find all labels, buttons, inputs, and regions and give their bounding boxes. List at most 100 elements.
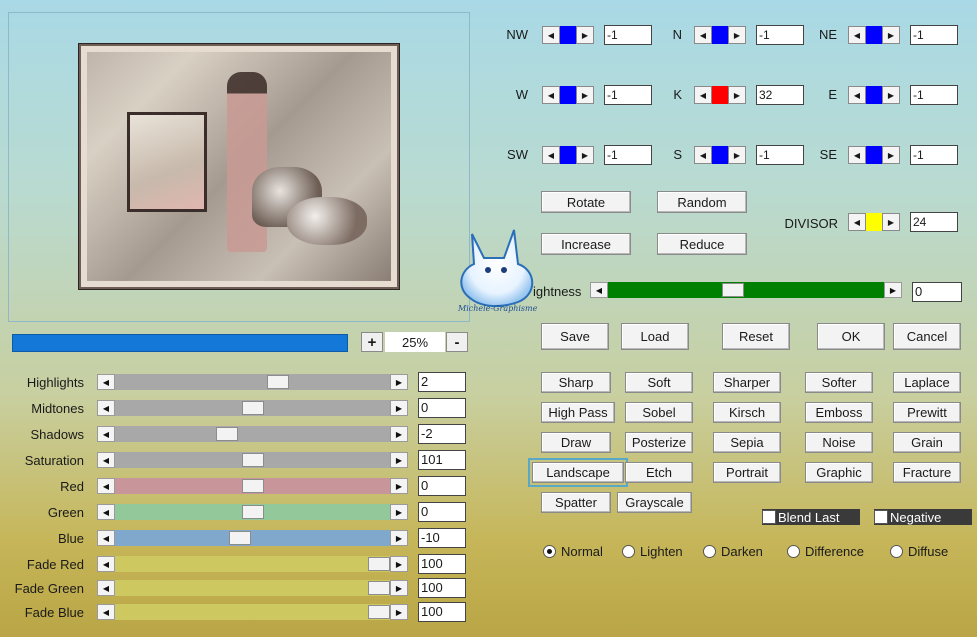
preset-soft-button[interactable]: Soft xyxy=(625,372,693,393)
chevron-left-icon[interactable]: ◀ xyxy=(97,580,115,596)
kernel-spinner-n[interactable]: ◀ ▶ xyxy=(694,26,746,44)
preset-noise-button[interactable]: Noise xyxy=(805,432,873,453)
preset-graphic-button[interactable]: Graphic xyxy=(805,462,873,483)
chevron-right-icon[interactable]: ▶ xyxy=(728,86,746,104)
chevron-left-icon[interactable]: ◀ xyxy=(97,452,115,468)
chevron-left-icon[interactable]: ◀ xyxy=(694,26,712,44)
reduce-button[interactable]: Reduce xyxy=(657,233,747,255)
kernel-value-n[interactable]: -1 xyxy=(756,25,804,45)
reset-button[interactable]: Reset xyxy=(722,323,790,350)
slider-fade-blue[interactable]: ◀ ▶ xyxy=(97,604,408,620)
slider-track[interactable] xyxy=(115,374,390,390)
brightness-track[interactable] xyxy=(608,282,884,298)
preset-draw-button[interactable]: Draw xyxy=(541,432,611,453)
slider-track[interactable] xyxy=(115,452,390,468)
preset-posterize-button[interactable]: Posterize xyxy=(625,432,693,453)
preset-landscape-button[interactable]: Landscape xyxy=(528,458,628,487)
preset-etch-button[interactable]: Etch xyxy=(625,462,693,483)
rotate-button[interactable]: Rotate xyxy=(541,191,631,213)
kernel-spinner-w[interactable]: ◀ ▶ xyxy=(542,86,594,104)
slider-midtones[interactable]: ◀ ▶ xyxy=(97,400,408,416)
slider-thumb[interactable] xyxy=(242,453,264,467)
divisor-spinner[interactable]: ◀ ▶ xyxy=(848,213,900,231)
slider-saturation[interactable]: ◀ ▶ xyxy=(97,452,408,468)
chevron-right-icon[interactable]: ▶ xyxy=(882,146,900,164)
slider-thumb[interactable] xyxy=(242,479,264,493)
preset-sepia-button[interactable]: Sepia xyxy=(713,432,781,453)
slider-track[interactable] xyxy=(115,530,390,546)
chevron-right-icon[interactable]: ▶ xyxy=(390,580,408,596)
chevron-left-icon[interactable]: ◀ xyxy=(848,26,866,44)
chevron-right-icon[interactable]: ▶ xyxy=(390,504,408,520)
chevron-left-icon[interactable]: ◀ xyxy=(694,146,712,164)
preset-prewitt-button[interactable]: Prewitt xyxy=(893,402,961,423)
slider-red[interactable]: ◀ ▶ xyxy=(97,478,408,494)
chevron-left-icon[interactable]: ◀ xyxy=(848,86,866,104)
chevron-right-icon[interactable]: ▶ xyxy=(728,146,746,164)
zoom-out-button[interactable]: - xyxy=(446,332,468,352)
kernel-value-k[interactable]: 32 xyxy=(756,85,804,105)
kernel-spinner-sw[interactable]: ◀ ▶ xyxy=(542,146,594,164)
chevron-right-icon[interactable]: ▶ xyxy=(882,26,900,44)
slider-thumb[interactable] xyxy=(242,401,264,415)
kernel-value-sw[interactable]: -1 xyxy=(604,145,652,165)
chevron-right-icon[interactable]: ▶ xyxy=(882,86,900,104)
preset-laplace-button[interactable]: Laplace xyxy=(893,372,961,393)
slider-track[interactable] xyxy=(115,478,390,494)
chevron-left-icon[interactable]: ◀ xyxy=(97,374,115,390)
chevron-left-icon[interactable]: ◀ xyxy=(542,146,560,164)
kernel-value-nw[interactable]: -1 xyxy=(604,25,652,45)
chevron-right-icon[interactable]: ▶ xyxy=(390,604,408,620)
slider-value[interactable]: 100 xyxy=(418,602,466,622)
kernel-value-se[interactable]: -1 xyxy=(910,145,958,165)
kernel-value-e[interactable]: -1 xyxy=(910,85,958,105)
brightness-thumb[interactable] xyxy=(722,283,744,297)
chevron-left-icon[interactable]: ◀ xyxy=(694,86,712,104)
chevron-right-icon[interactable]: ▶ xyxy=(390,478,408,494)
chevron-right-icon[interactable]: ▶ xyxy=(390,426,408,442)
radio-dot[interactable] xyxy=(622,545,635,558)
slider-highlights[interactable]: ◀ ▶ xyxy=(97,374,408,390)
preset-fracture-button[interactable]: Fracture xyxy=(893,462,961,483)
chevron-left-icon[interactable]: ◀ xyxy=(97,604,115,620)
load-button[interactable]: Load xyxy=(621,323,689,350)
chevron-left-icon[interactable]: ◀ xyxy=(590,282,608,298)
kernel-spinner-k[interactable]: ◀ ▶ xyxy=(694,86,746,104)
slider-thumb[interactable] xyxy=(216,427,238,441)
slider-value[interactable]: 101 xyxy=(418,450,466,470)
slider-track[interactable] xyxy=(115,580,390,596)
mode-difference-radio[interactable]: Difference xyxy=(787,544,864,559)
preset-grain-button[interactable]: Grain xyxy=(893,432,961,453)
slider-green[interactable]: ◀ ▶ xyxy=(97,504,408,520)
slider-value[interactable]: 0 xyxy=(418,398,466,418)
preset-softer-button[interactable]: Softer xyxy=(805,372,873,393)
chevron-left-icon[interactable]: ◀ xyxy=(542,26,560,44)
slider-value[interactable]: 100 xyxy=(418,554,466,574)
kernel-value-w[interactable]: -1 xyxy=(604,85,652,105)
radio-dot[interactable] xyxy=(890,545,903,558)
slider-track[interactable] xyxy=(115,556,390,572)
kernel-value-ne[interactable]: -1 xyxy=(910,25,958,45)
kernel-spinner-se[interactable]: ◀ ▶ xyxy=(848,146,900,164)
preset-grayscale-button[interactable]: Grayscale xyxy=(617,492,692,513)
chevron-right-icon[interactable]: ▶ xyxy=(576,86,594,104)
chevron-right-icon[interactable]: ▶ xyxy=(390,400,408,416)
chevron-left-icon[interactable]: ◀ xyxy=(97,504,115,520)
slider-thumb[interactable] xyxy=(242,505,264,519)
chevron-left-icon[interactable]: ◀ xyxy=(97,478,115,494)
slider-thumb[interactable] xyxy=(368,581,390,595)
chevron-right-icon[interactable]: ▶ xyxy=(390,556,408,572)
brightness-slider[interactable]: ◀ ▶ xyxy=(590,282,902,300)
kernel-value-s[interactable]: -1 xyxy=(756,145,804,165)
mode-lighten-radio[interactable]: Lighten xyxy=(622,544,683,559)
slider-value[interactable]: 0 xyxy=(418,502,466,522)
preset-portrait-button[interactable]: Portrait xyxy=(713,462,781,483)
slider-value[interactable]: 100 xyxy=(418,578,466,598)
divisor-value[interactable]: 24 xyxy=(910,212,958,232)
mode-diffuse-radio[interactable]: Diffuse xyxy=(890,544,948,559)
slider-thumb[interactable] xyxy=(267,375,289,389)
zoom-in-button[interactable]: + xyxy=(361,332,383,352)
cancel-button[interactable]: Cancel xyxy=(893,323,961,350)
slider-shadows[interactable]: ◀ ▶ xyxy=(97,426,408,442)
chevron-left-icon[interactable]: ◀ xyxy=(542,86,560,104)
